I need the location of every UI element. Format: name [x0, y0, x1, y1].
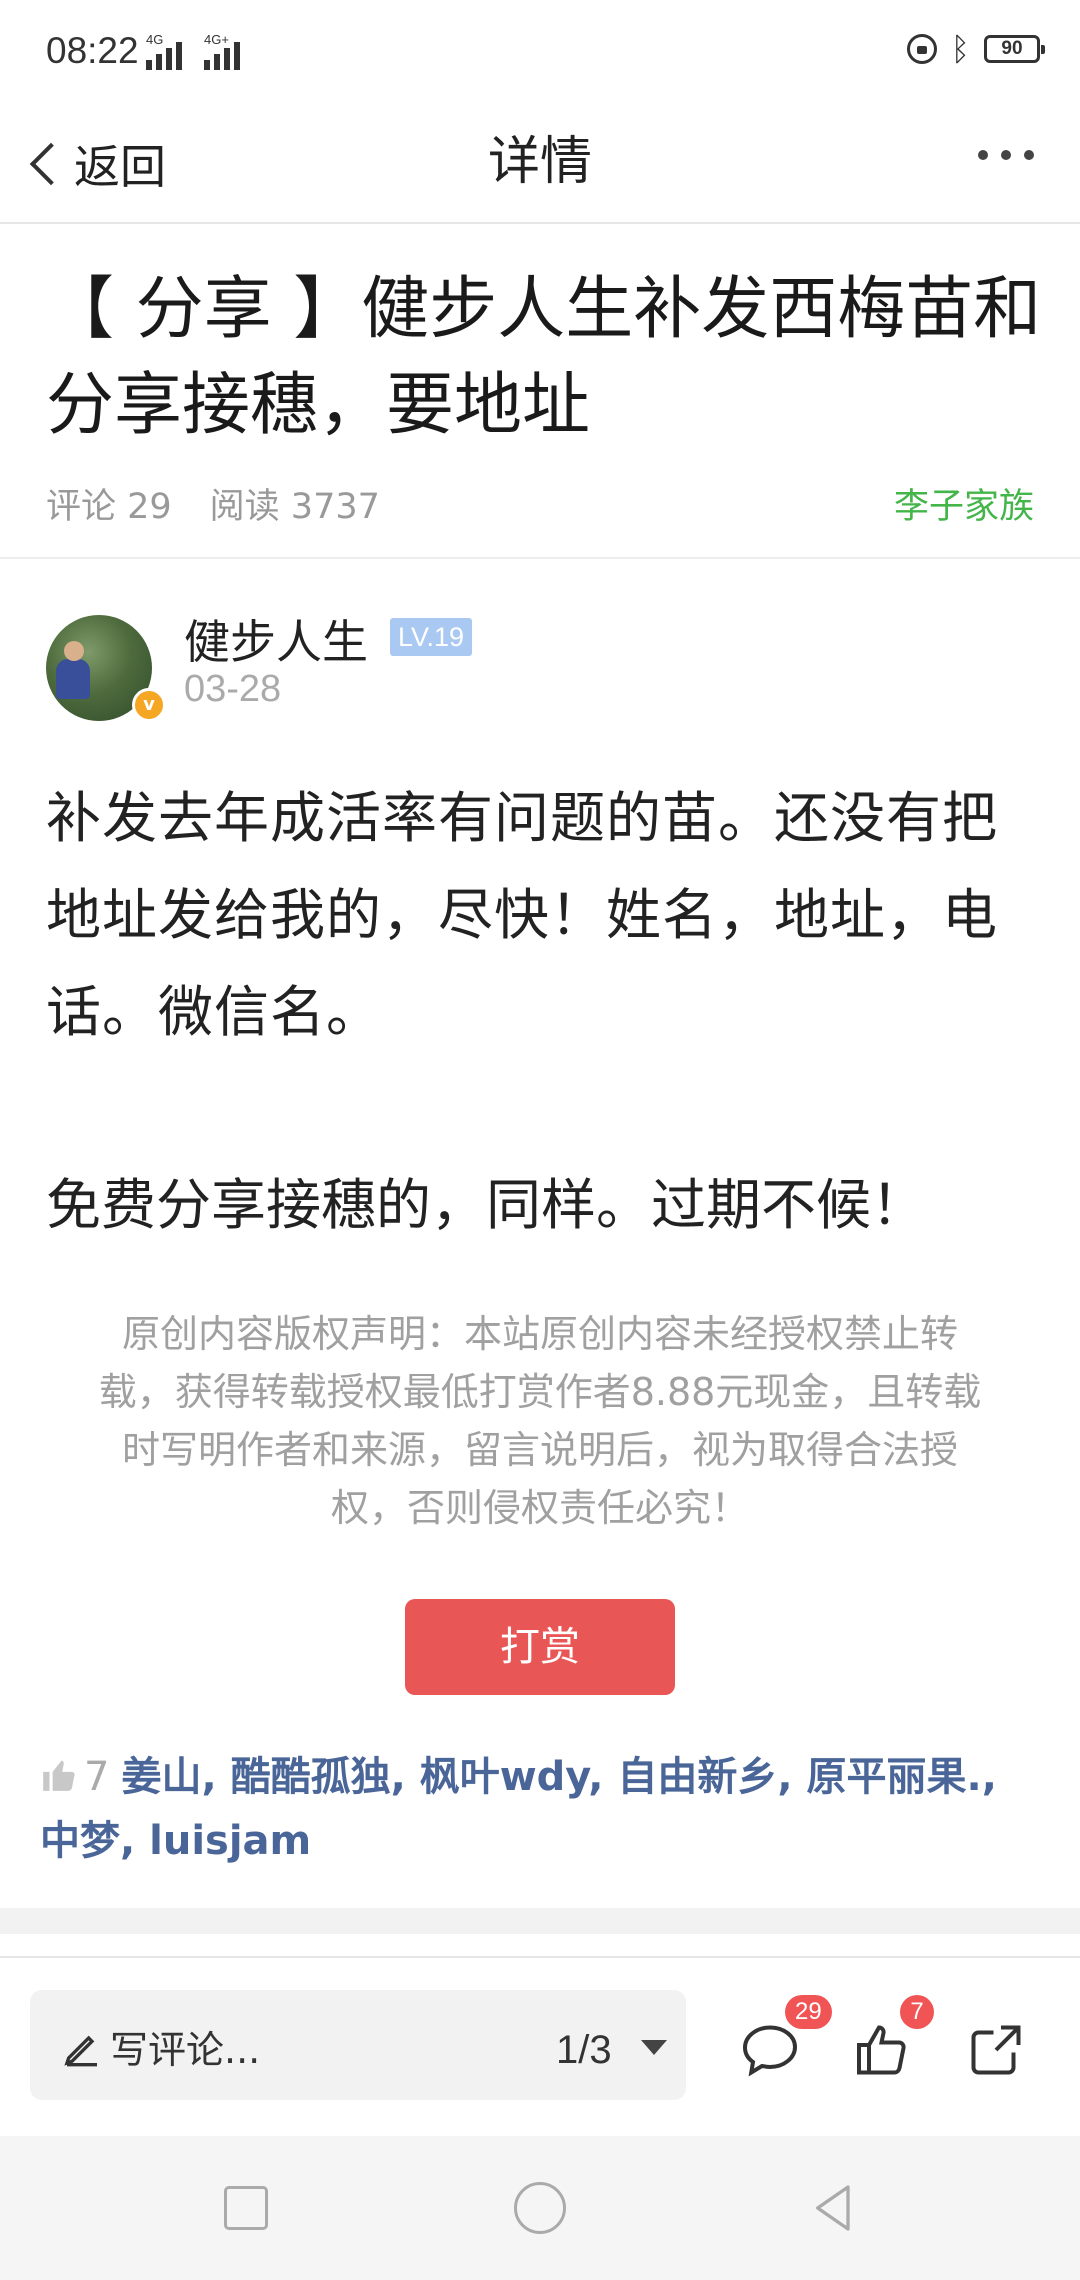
post-paragraph: 补发去年成活率有问题的苗。还没有把地址发给我的，尽快！姓名，地址，电话。微信名。	[46, 786, 999, 1044]
back-button[interactable]: 返回	[22, 124, 166, 204]
reward-button[interactable]: 打赏	[405, 1599, 675, 1695]
liker-name[interactable]: 自由新乡	[617, 1754, 777, 1800]
liker-name[interactable]: 枫叶wdy	[420, 1754, 589, 1800]
more-dot	[1001, 150, 1011, 160]
system-back-icon[interactable]	[806, 2180, 862, 2236]
divider	[0, 1956, 1080, 1958]
article-meta: 评论 29 阅读 3737	[46, 478, 380, 529]
rotation-lock-icon	[906, 34, 937, 64]
page-indicator[interactable]: 1/3	[556, 2020, 612, 2080]
liker-name[interactable]: 姜山	[121, 1754, 201, 1800]
liker-name[interactable]: 中梦	[40, 1818, 120, 1864]
post-paragraph: 免费分享接穗的，同样。过期不候！	[46, 1173, 927, 1237]
likers-list: 7 姜山, 酷酷孤独, 枫叶wdy, 自由新乡, 原平丽果., 中梦, luisj…	[40, 1745, 1050, 1873]
status-bar: 08:22 4G 4G+ ᛒ 90	[0, 0, 1080, 110]
copyright-notice: 原创内容版权声明：本站原创内容未经授权禁止转载，获得转载授权最低打赏作者8.88…	[98, 1312, 982, 1530]
like-count: 7	[84, 1754, 110, 1800]
back-label: 返回	[74, 140, 166, 194]
comment-placeholder[interactable]: 写评论...	[110, 2020, 260, 2080]
comment-count: 评论 29	[46, 487, 172, 527]
pen-icon	[64, 2035, 97, 2067]
comment-bubble-icon[interactable]	[740, 2020, 800, 2080]
author-name[interactable]: 健步人生	[184, 606, 368, 672]
article-title: 【 分享 】健步人生补发西梅苗和分享接穗，要地址	[46, 270, 1042, 445]
nav-bar: 详情 返回	[0, 110, 1080, 224]
more-dot	[978, 150, 988, 160]
more-options-button[interactable]	[978, 150, 1034, 160]
status-icons: ᛒ 90	[906, 30, 1045, 68]
post-date: 03-28	[184, 668, 282, 710]
chevron-down-icon[interactable]	[641, 2040, 667, 2055]
chevron-left-icon	[29, 142, 73, 186]
liker-name[interactable]: luisjam	[149, 1818, 311, 1864]
comments-badge: 29	[785, 1995, 832, 2029]
signal-icon: 4G+	[204, 32, 240, 70]
bluetooth-icon: ᛒ	[950, 30, 970, 68]
home-button[interactable]	[514, 2182, 566, 2234]
liker-name[interactable]: 酷酷孤独	[231, 1754, 391, 1800]
divider	[0, 557, 1080, 559]
group-link[interactable]: 李子家族	[894, 478, 1034, 529]
more-dot	[1024, 150, 1034, 160]
status-time: 08:22	[46, 30, 139, 71]
thumbs-up-icon	[43, 1760, 75, 1791]
level-badge: LV.19	[390, 618, 473, 656]
verified-badge-icon: v	[132, 688, 166, 722]
likers-names: 姜山, 酷酷孤独, 枫叶wdy, 自由新乡, 原平丽果., 中梦, luisja…	[40, 1754, 997, 1864]
liker-name[interactable]: 原平丽果.	[807, 1754, 982, 1800]
section-separator	[0, 1908, 1080, 1934]
battery-icon: 90	[984, 35, 1045, 63]
likes-badge: 7	[900, 1995, 934, 2029]
share-icon[interactable]	[966, 2020, 1026, 2080]
read-count: 阅读 3737	[209, 487, 380, 527]
recents-button[interactable]	[224, 2186, 268, 2230]
signal-icon: 4G	[146, 32, 182, 70]
thumbs-up-icon[interactable]	[854, 2020, 914, 2080]
